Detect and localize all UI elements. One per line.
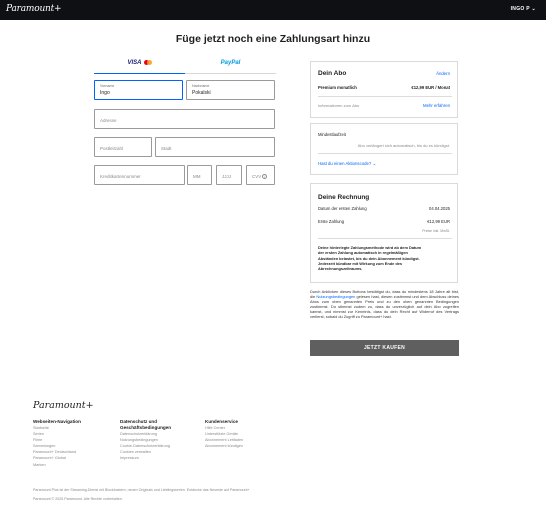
more-info-link[interactable]: Mehr erfahren	[423, 103, 450, 108]
cvv-placeholder: CVV	[252, 173, 262, 179]
user-menu[interactable]: INGO P ⌄	[511, 6, 536, 12]
address-placeholder: Adresse	[100, 117, 117, 123]
zip-input[interactable]: Postleitzahl	[94, 137, 152, 157]
lastname-field[interactable]: Nachname Pokalski	[186, 80, 275, 100]
footer-col-navigation: Webseiten-Navigation Startseite Serien F…	[33, 419, 113, 468]
cvv-input[interactable]: CVV i	[246, 165, 275, 185]
change-plan-link[interactable]: Ändern	[436, 71, 450, 76]
zip-placeholder: Postleitzahl	[100, 145, 124, 151]
footer-link[interactable]: Impressum	[120, 455, 192, 461]
first-payment-label: Erste Zahlung	[318, 219, 345, 224]
footer-col-support: Kundenservice Hilfe Center Unterstützte …	[205, 419, 285, 449]
info-icon[interactable]: i	[262, 173, 268, 179]
divider	[318, 96, 452, 97]
paypal-logo: PayPal	[220, 60, 241, 66]
address-input[interactable]: Adresse	[94, 109, 275, 129]
card-number-input[interactable]: Kreditkartennummer	[94, 165, 185, 185]
first-payment-date-label: Datum der ersten Zahlung	[318, 206, 367, 211]
plan-name: Premium monatlich	[318, 85, 357, 90]
subscription-title: Dein Abo	[318, 70, 347, 77]
footer-col-title: Datenschutz und Geschäftsbedingungen	[120, 419, 172, 430]
divider	[318, 153, 452, 154]
footer-link[interactable]: Abonnement kündigen	[205, 443, 285, 449]
mastercard-icon	[143, 60, 152, 65]
footer-col-legal: Datenschutz und Geschäftsbedingungen Dat…	[120, 419, 192, 461]
visa-logo: VISA	[127, 60, 142, 67]
legal-consent-text: Durch Anklicken dieses Buttons bestätigs…	[310, 289, 459, 320]
footer-copyright: Paramount © 2025 Paramount. Alle Rechte …	[33, 497, 123, 501]
footer: Paramount+ Webseiten-Navigation Startsei…	[0, 386, 546, 525]
city-placeholder: Stadt	[161, 145, 172, 151]
payment-method-tabs: VISA PayPal	[94, 60, 276, 74]
plan-price: €12,99 EUR / Monat	[411, 85, 450, 90]
firstname-value: Ingo	[100, 90, 110, 96]
billing-notice: Deine hinterlegte Zahlungsmethode wird a…	[318, 245, 422, 272]
promo-card: Mindestlaufzeit Abo verlängert sich auto…	[310, 123, 458, 175]
paramount-logo[interactable]: Paramount+	[6, 4, 62, 14]
lastname-value: Pokalski	[192, 90, 211, 96]
tab-paypal[interactable]: PayPal	[185, 60, 276, 74]
year-placeholder: JJJJ	[222, 173, 231, 179]
auto-renew-text: Abo verlängert sich automatisch, bis du …	[357, 143, 450, 148]
invoice-card: Deine Rechnung Datum der ersten Zahlung …	[310, 183, 458, 283]
first-payment-amount: €12,99 EUR	[427, 219, 450, 224]
footer-description: Paramount Plus ist der Streaming-Dienst …	[33, 488, 250, 492]
footer-link[interactable]: Marken	[33, 462, 113, 468]
page-title: Füge jetzt noch eine Zahlungsart hinzu	[175, 33, 371, 45]
city-input[interactable]: Stadt	[155, 137, 275, 157]
first-payment-date: 04.04.2025	[429, 206, 450, 211]
subscription-card: Dein Abo Ändern Premium monatlich €12,99…	[310, 61, 458, 118]
month-placeholder: MM	[193, 173, 201, 179]
promo-code-toggle[interactable]: Hast du einen Aktionscode? ⌄	[318, 161, 376, 167]
firstname-field[interactable]: Vorname Ingo	[94, 80, 183, 100]
expiry-year-input[interactable]: JJJJ	[216, 165, 242, 185]
top-bar: Paramount+ INGO P ⌄	[0, 0, 546, 20]
lastname-label: Nachname	[192, 84, 210, 88]
subscription-info: Informationen zum Abo	[318, 103, 360, 108]
min-term-label: Mindestlaufzeit	[318, 132, 346, 137]
buy-now-button[interactable]: JETZT KAUFEN	[310, 340, 459, 356]
tab-visa-mastercard[interactable]: VISA	[94, 60, 185, 74]
expiry-month-input[interactable]: MM	[187, 165, 212, 185]
tax-note: Preise inkl. MwSt.	[422, 229, 450, 233]
footer-logo: Paramount+	[33, 400, 94, 411]
divider	[318, 238, 452, 239]
invoice-title: Deine Rechnung	[318, 194, 370, 201]
firstname-label: Vorname	[100, 84, 115, 88]
card-number-placeholder: Kreditkartennummer	[100, 173, 141, 179]
